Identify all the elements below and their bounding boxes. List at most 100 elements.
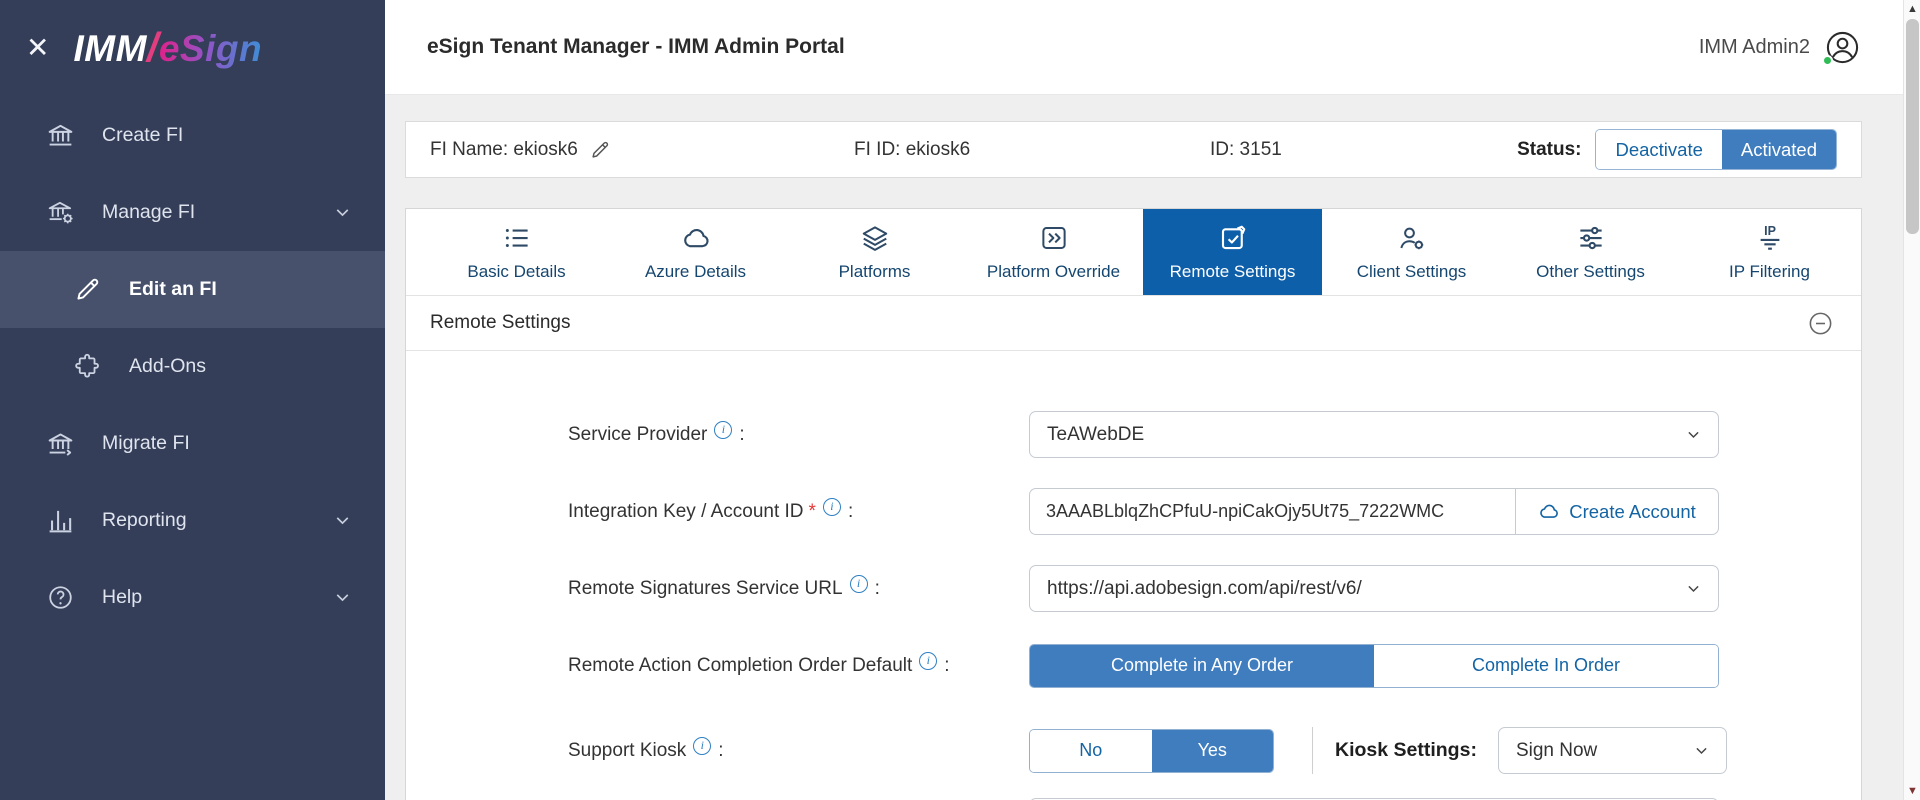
edit-fi-name-icon[interactable] [589,139,611,161]
vertical-divider [1312,727,1313,774]
field-label-text: Remote Signatures Service URL [568,578,843,600]
complete-in-order-option[interactable]: Complete In Order [1374,645,1718,687]
sidebar-item-help[interactable]: Help [0,559,385,636]
scroll-up-arrow[interactable]: ▲ [1904,2,1920,16]
sidebar-item-label: Reporting [102,509,187,532]
info-icon[interactable]: i [919,652,937,670]
user-menu[interactable]: IMM Admin2 [1699,30,1860,65]
record-id: ID: 3151 [1210,139,1517,161]
sidebar-item-manage-fi[interactable]: Manage FI [0,174,385,251]
activated-button[interactable]: Activated [1722,130,1836,169]
section-title: Remote Settings [430,312,570,334]
sidebar-item-label: Migrate FI [102,432,190,455]
label-colon: : [944,655,949,677]
settings-panel: Basic Details Azure Details Platforms [405,208,1862,800]
sidebar-menu: Create FI Manage FI Edit an FI [0,97,385,636]
content-area: FI Name: ekiosk6 FI ID: ekiosk6 ID: 3151… [385,95,1920,800]
svg-text:IP: IP [1764,223,1776,237]
section-header: Remote Settings [406,295,1861,351]
select-value: Sign Now [1516,740,1597,762]
sidebar-header: ✕ IMM/eSign [0,0,385,95]
complete-any-order-option[interactable]: Complete in Any Order [1030,645,1374,687]
form-row-completion-order: Remote Action Completion Order Default i… [568,627,1861,704]
sidebar-item-reporting[interactable]: Reporting [0,482,385,559]
sidebar-item-label: Manage FI [102,201,195,224]
sidebar-item-label: Add-Ons [129,355,206,378]
field-label-text: Support Kiosk [568,740,686,762]
service-provider-select[interactable]: TeAWebDE [1029,411,1719,458]
support-kiosk-label: Support Kiosk i : [568,740,1029,762]
support-kiosk-toggle: No Yes [1029,729,1274,773]
chevron-down-icon [1685,426,1702,443]
sliders-icon [1576,223,1606,253]
sidebar-item-migrate-fi[interactable]: Migrate FI [0,405,385,482]
scroll-down-arrow[interactable]: ▼ [1904,784,1920,798]
info-icon[interactable]: i [714,421,732,439]
puzzle-icon [73,352,102,381]
app-logo: IMM/eSign [73,24,262,71]
support-kiosk-yes-option[interactable]: Yes [1152,730,1274,772]
required-asterisk: * [809,501,816,523]
label-colon: : [848,501,853,523]
collapse-section-icon[interactable] [1807,310,1834,337]
completion-order-toggle: Complete in Any Order Complete In Order [1029,644,1719,688]
deactivate-button[interactable]: Deactivate [1596,130,1721,169]
info-icon[interactable]: i [693,737,711,755]
pencil-icon [73,275,102,304]
service-provider-label: Service Provider i : [568,424,1029,446]
page-title: eSign Tenant Manager - IMM Admin Portal [427,35,845,59]
ip-filter-icon: IP [1755,223,1785,253]
tab-label: IP Filtering [1729,262,1810,282]
tab-azure-details[interactable]: Azure Details [606,209,785,295]
tab-ip-filtering[interactable]: IP IP Filtering [1680,209,1859,295]
field-label-text: Service Provider [568,424,707,446]
sidebar-item-add-ons[interactable]: Add-Ons [0,328,385,405]
tab-remote-settings[interactable]: Remote Settings [1143,209,1322,295]
tab-client-settings[interactable]: Client Settings [1322,209,1501,295]
form-row-integration-key: Integration Key / Account ID * i : [568,473,1861,550]
remote-url-select[interactable]: https://api.adobesign.com/api/rest/v6/ [1029,565,1719,612]
close-icon[interactable]: ✕ [26,34,49,62]
sidebar-item-label: Help [102,586,142,609]
person-gear-icon [1397,223,1427,253]
integration-key-input[interactable] [1029,488,1515,535]
chevron-down-icon [1693,742,1710,759]
scrollbar-thumb[interactable] [1906,19,1919,234]
chevron-down-icon [332,202,353,223]
kiosk-settings-select[interactable]: Sign Now [1498,727,1727,774]
create-account-button[interactable]: Create Account [1515,488,1719,535]
cloud-icon [1538,501,1560,523]
form-row-service-provider: Service Provider i : TeAWebDE [568,396,1861,473]
remote-url-label: Remote Signatures Service URL i : [568,578,1029,600]
tab-platform-override[interactable]: Platform Override [964,209,1143,295]
main-area: eSign Tenant Manager - IMM Admin Portal … [385,0,1920,800]
help-icon [46,583,75,612]
tab-bar: Basic Details Azure Details Platforms [406,209,1861,295]
topbar: eSign Tenant Manager - IMM Admin Portal … [385,0,1920,95]
support-kiosk-no-option[interactable]: No [1030,730,1152,772]
bank-gear-icon [46,198,75,227]
kiosk-settings-label: Kiosk Settings: [1335,739,1477,762]
tab-basic-details[interactable]: Basic Details [427,209,606,295]
tab-other-settings[interactable]: Other Settings [1501,209,1680,295]
layers-icon [860,223,890,253]
info-icon[interactable]: i [823,498,841,516]
sidebar-item-label: Edit an FI [129,278,217,301]
logo-esign-text: eSign [159,28,262,69]
tab-platforms[interactable]: Platforms [785,209,964,295]
scrollbar[interactable]: ▲ ▼ [1903,0,1920,800]
sidebar-item-edit-an-fi[interactable]: Edit an FI [0,251,385,328]
status-zone: Status: Deactivate Activated [1517,129,1837,170]
avatar-icon[interactable] [1825,30,1860,65]
field-label-text: Integration Key / Account ID [568,501,804,523]
info-icon[interactable]: i [850,575,868,593]
create-account-label: Create Account [1569,501,1696,523]
sidebar-item-create-fi[interactable]: Create FI [0,97,385,174]
completion-order-label: Remote Action Completion Order Default i… [568,655,1029,677]
label-colon: : [718,740,723,762]
fi-name: FI Name: ekiosk6 [430,139,854,161]
form-row-support-kiosk: Support Kiosk i : No Yes Kiosk Settings:… [568,712,1861,789]
fi-info-bar: FI Name: ekiosk6 FI ID: ekiosk6 ID: 3151… [405,121,1862,178]
bar-chart-icon [46,506,75,535]
online-status-dot [1822,55,1833,66]
